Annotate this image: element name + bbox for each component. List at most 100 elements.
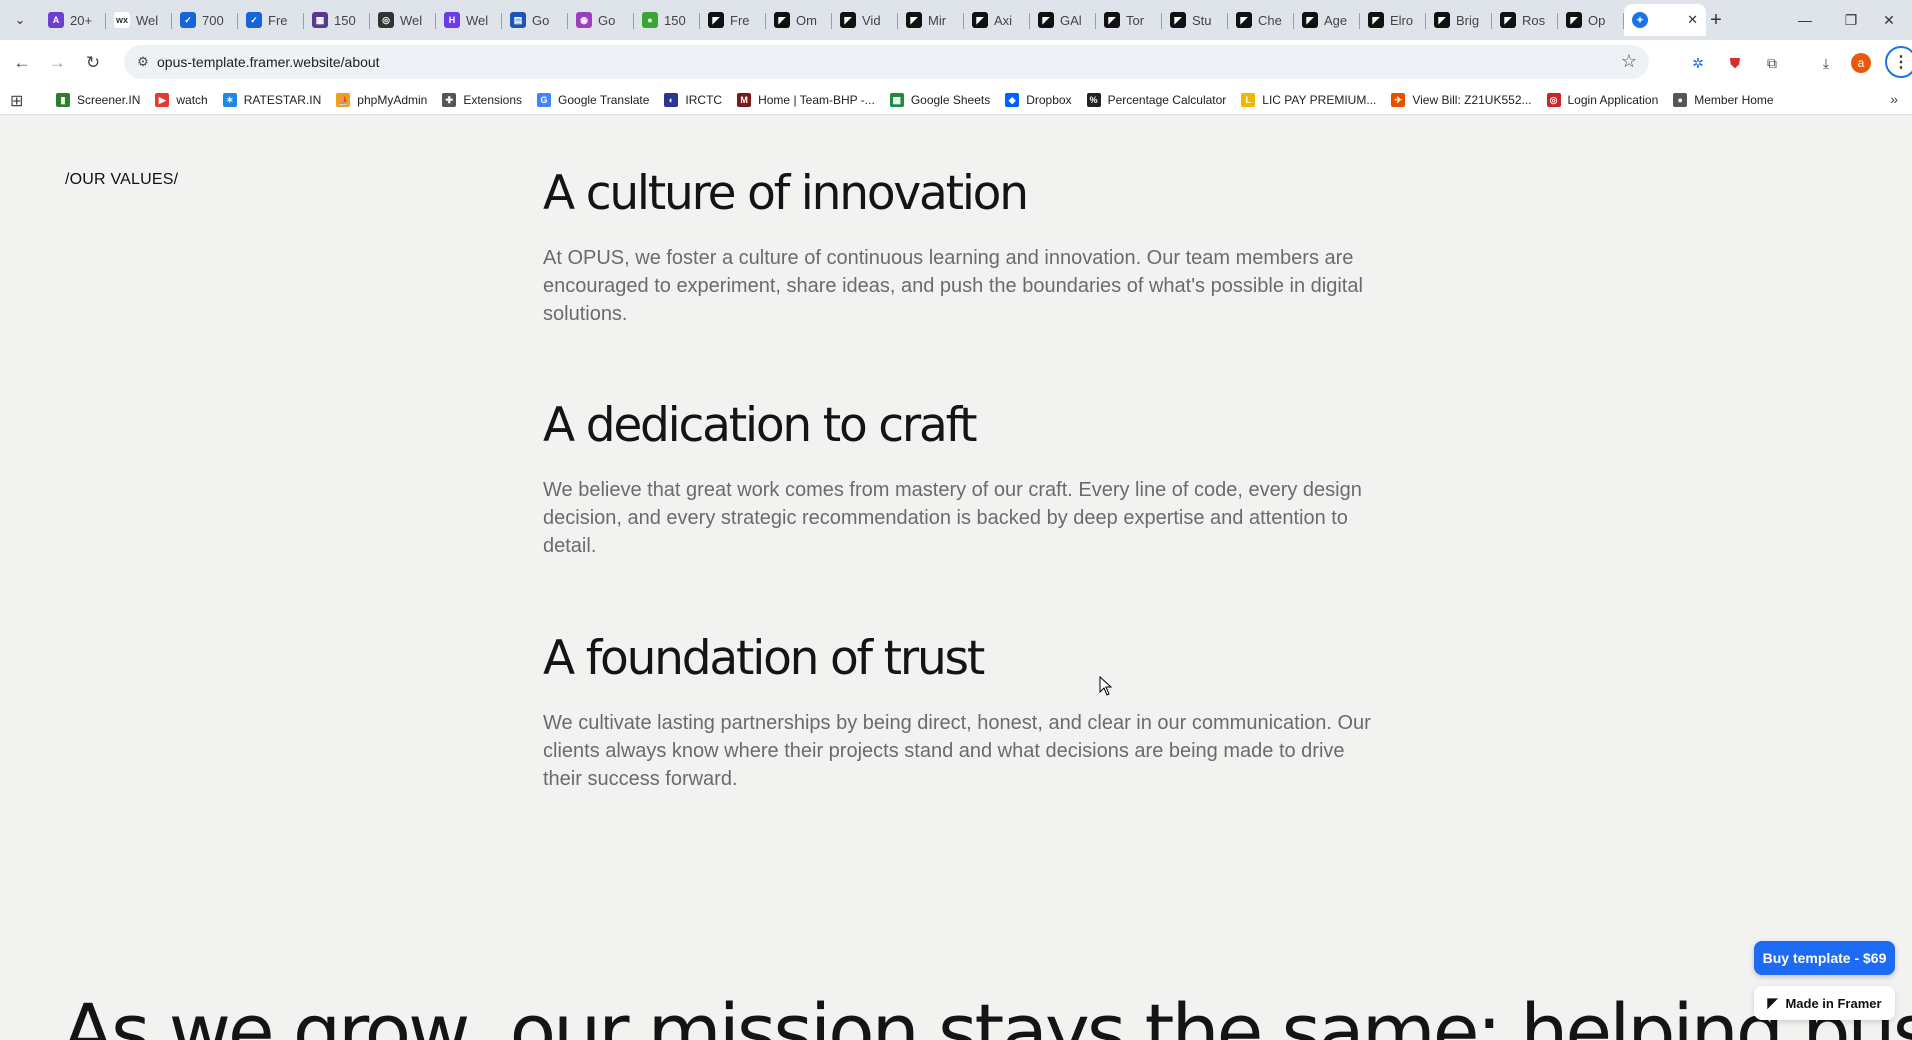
bookmark-item[interactable]: ✶ RATESTAR.IN: [222, 93, 321, 107]
browser-tab[interactable]: ◤ Ros: [1492, 4, 1558, 36]
framer-badge-label: Made in Framer: [1785, 995, 1882, 1011]
close-tab-icon[interactable]: ✕: [1687, 12, 1698, 28]
bookmark-favicon-icon: ▮: [56, 93, 70, 107]
browser-tab[interactable]: ◤ Axi: [964, 4, 1030, 36]
site-settings-icon[interactable]: ⚙: [134, 53, 152, 71]
tab-title: 700: [202, 12, 224, 28]
bookmark-favicon-icon: ✶: [222, 93, 237, 107]
browser-tab[interactable]: ✓ Fre: [238, 4, 304, 36]
bookmark-item[interactable]: ▮ Screener.IN: [56, 93, 140, 107]
tab-favicon-icon: ◤: [1038, 12, 1054, 28]
tab-favicon-icon: ◤: [840, 12, 856, 28]
browser-tab[interactable]: ◎ Wel: [370, 4, 436, 36]
bookmark-item[interactable]: % Percentage Calculator: [1086, 93, 1227, 107]
extension-icon[interactable]: ✲: [1685, 50, 1711, 76]
bookmark-favicon-icon: ⛵: [336, 93, 351, 107]
tab-favicon-icon: ◤: [1434, 12, 1450, 28]
bookmark-item[interactable]: ▶ watch: [155, 93, 208, 107]
browser-tab[interactable]: A 20+: [40, 4, 106, 36]
tab-favicon-icon: ◤: [1104, 12, 1120, 28]
bookmark-label: Home | Team-BHP -...: [758, 93, 875, 107]
tab-title: Wel: [400, 12, 423, 28]
tab-favicon-icon: ●: [642, 12, 658, 28]
bookmark-label: Dropbox: [1026, 93, 1072, 107]
browser-tab[interactable]: ● 150: [634, 4, 700, 36]
browser-tab[interactable]: ◤ GAl: [1030, 4, 1096, 36]
download-icon[interactable]: ⤓: [1813, 50, 1839, 76]
bookmark-label: IRCTC: [685, 93, 723, 107]
bookmark-item[interactable]: ◐ IRCTC: [664, 93, 722, 107]
value-body: We believe that great work comes from ma…: [543, 478, 1362, 557]
bookmark-item[interactable]: ◎ Login Application: [1546, 93, 1658, 107]
browser-tab[interactable]: wx Wel: [106, 4, 172, 36]
new-tab-button[interactable]: +: [1704, 8, 1728, 32]
minimize-button[interactable]: —: [1782, 0, 1828, 40]
tab-favicon-icon: ▤: [510, 12, 526, 28]
bookmark-favicon-icon: ◆: [1005, 93, 1020, 107]
browser-tab[interactable]: ◤ Stu: [1162, 4, 1228, 36]
browser-tab[interactable]: ◤ Op: [1558, 4, 1624, 36]
tab-favicon-icon: ◎: [378, 12, 394, 28]
reload-button[interactable]: ↻: [80, 50, 106, 76]
tab-title: Vid: [862, 12, 881, 28]
browser-tab[interactable]: ◤ Vid: [832, 4, 898, 36]
browser-tab[interactable]: H Wel: [436, 4, 502, 36]
bookmark-item[interactable]: M Home | Team-BHP -...: [737, 93, 875, 107]
browser-tab[interactable]: ▦ 150: [304, 4, 370, 36]
bookmark-favicon-icon: ◐: [664, 93, 679, 107]
browser-tab[interactable]: ◤ Mir: [898, 4, 964, 36]
bookmark-item[interactable]: ✚ Extensions: [442, 93, 522, 107]
browser-tab-active[interactable]: ✦ ✕: [1624, 4, 1706, 36]
browser-tab[interactable]: ◤ Fre: [700, 4, 766, 36]
browser-tab[interactable]: ◤ Elro: [1360, 4, 1426, 36]
bookmark-item[interactable]: L LIC PAY PREMIUM...: [1241, 93, 1376, 107]
bookmark-star-icon[interactable]: ☆: [1621, 51, 1637, 72]
close-window-button[interactable]: ✕: [1866, 0, 1912, 40]
buy-template-button[interactable]: Buy template - $69: [1754, 941, 1895, 975]
browser-tab[interactable]: ✓ 700: [172, 4, 238, 36]
section-label: /OUR VALUES/: [65, 171, 179, 188]
shield-extension-icon[interactable]: ⛊: [1722, 50, 1748, 76]
tab-favicon-icon: ◤: [1500, 12, 1516, 28]
browser-tab[interactable]: ▤ Go: [502, 4, 568, 36]
bookmark-item[interactable]: ● Member Home: [1673, 93, 1774, 107]
tab-favicon-icon: ◤: [1302, 12, 1318, 28]
tab-title: Ros: [1522, 12, 1546, 28]
made-in-framer-badge[interactable]: ◤ Made in Framer: [1754, 986, 1895, 1020]
bookmark-item[interactable]: ⛵ phpMyAdmin: [336, 93, 427, 107]
address-bar[interactable]: ⚙ opus-template.framer.website/about ☆: [124, 45, 1649, 79]
browser-tab[interactable]: ◤ Om: [766, 4, 832, 36]
tab-search-chevron-icon[interactable]: ⌄: [8, 8, 32, 32]
browser-tab[interactable]: ◤ Brig: [1426, 4, 1492, 36]
value-body: At OPUS, we foster a culture of continuo…: [543, 246, 1363, 325]
forward-button[interactable]: →: [44, 50, 70, 76]
bookmark-item[interactable]: ✈ View Bill: Z21UK552...: [1391, 93, 1532, 107]
apps-grid-icon[interactable]: ⊞: [10, 91, 23, 111]
bookmark-label: watch: [176, 93, 208, 107]
tab-title: Age: [1324, 12, 1348, 28]
browser-menu-icon[interactable]: ⋮: [1885, 46, 1912, 78]
bookmark-item[interactable]: ◆ Dropbox: [1005, 93, 1072, 107]
back-button[interactable]: ←: [9, 50, 35, 76]
browser-tab[interactable]: ◤ Age: [1294, 4, 1360, 36]
more-bookmarks-icon[interactable]: »: [1890, 91, 1898, 107]
extensions-puzzle-icon[interactable]: ⧉: [1759, 50, 1785, 76]
value-title: A foundation of trust: [543, 631, 985, 686]
value-title: A culture of innovation: [543, 166, 1029, 221]
tab-favicon-icon: ◤: [774, 12, 790, 28]
browser-tab[interactable]: ◤ Tor: [1096, 4, 1162, 36]
bookmark-label: Extensions: [463, 93, 523, 107]
tab-favicon-icon: ◤: [906, 12, 922, 28]
bookmark-item[interactable]: G Google Translate: [537, 93, 649, 107]
mission-heading: As we grow, our mission stays the same: …: [62, 987, 1912, 1040]
value-body: We cultivate lasting partnerships by bei…: [543, 711, 1371, 790]
profile-avatar[interactable]: a: [1851, 53, 1871, 73]
tab-title: 150: [334, 12, 356, 28]
tab-favicon-icon: ✦: [1632, 12, 1648, 28]
browser-tab[interactable]: ◤ Che: [1228, 4, 1294, 36]
tab-favicon-icon: ✓: [180, 12, 196, 28]
url-text[interactable]: opus-template.framer.website/about: [157, 54, 380, 70]
bookmark-item[interactable]: ▦ Google Sheets: [889, 93, 990, 107]
bookmark-label: Percentage Calculator: [1107, 93, 1227, 107]
browser-tab[interactable]: ◉ Go: [568, 4, 634, 36]
